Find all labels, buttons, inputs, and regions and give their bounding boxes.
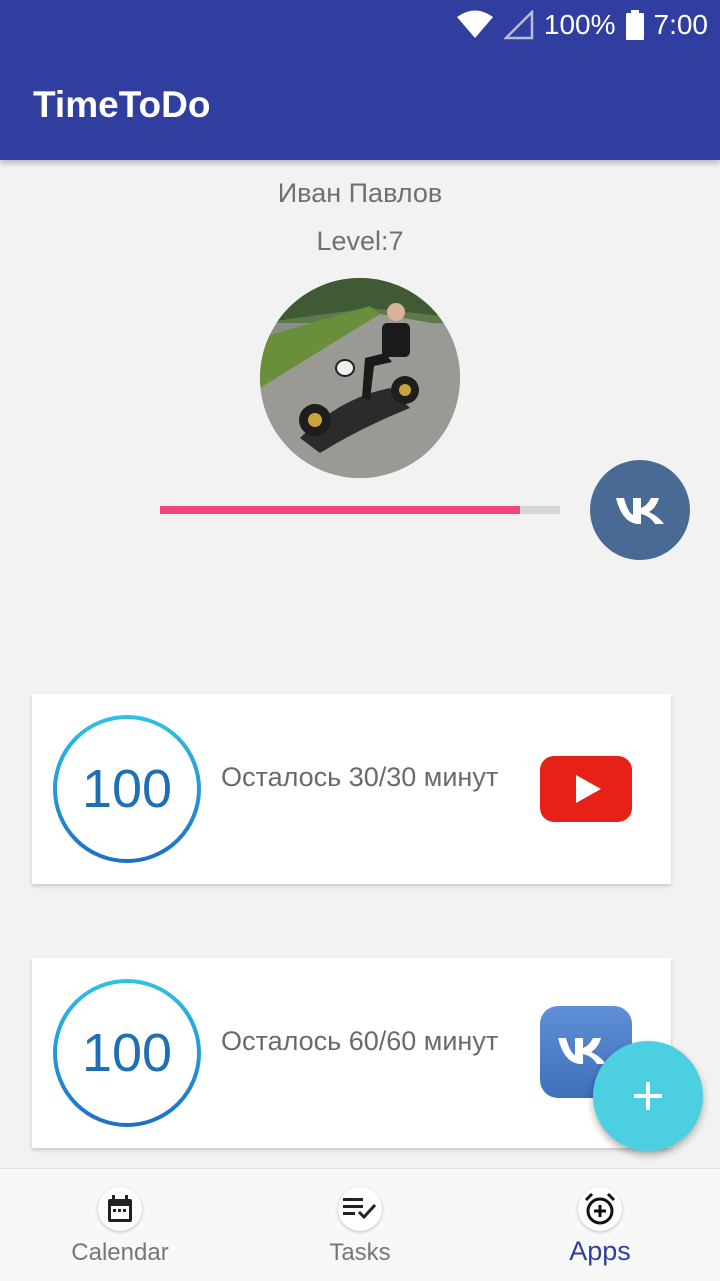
vk-share-button[interactable]: [590, 460, 690, 560]
level-progress-bar: [160, 506, 560, 514]
avatar[interactable]: [260, 278, 460, 478]
battery-icon: [625, 10, 644, 40]
nav-item-calendar[interactable]: Calendar: [0, 1169, 240, 1281]
nav-label-tasks: Tasks: [329, 1239, 391, 1266]
remaining-time-text: Осталось 60/60 минут: [221, 1026, 499, 1056]
avatar-photo: [260, 278, 460, 478]
status-indicators: 100% 7:00: [456, 0, 708, 50]
app-limit-card-youtube[interactable]: 100 Осталось 30/30 минут: [32, 694, 671, 884]
clock: 7:00: [653, 9, 709, 40]
cell-signal-icon: [503, 10, 534, 40]
plus-icon: [634, 1082, 662, 1110]
nav-label-apps: Apps: [569, 1236, 631, 1266]
app-bar: TimeToDo: [0, 50, 720, 160]
nav-item-apps[interactable]: Apps: [480, 1169, 720, 1281]
checklist-icon: [338, 1187, 382, 1231]
remaining-time-text: Осталось 30/30 минут: [221, 762, 499, 792]
status-bar: 100% 7:00: [0, 0, 720, 50]
remaining-percent: 100: [81, 1023, 173, 1083]
youtube-icon: [540, 756, 632, 822]
vk-icon: [616, 498, 664, 524]
nav-label-calendar: Calendar: [71, 1239, 169, 1266]
app-title: TimeToDo: [33, 84, 211, 125]
bottom-navigation: Calendar Tasks Apps: [0, 1168, 720, 1281]
level-progress-fill: [160, 506, 520, 514]
calendar-icon: [98, 1187, 142, 1231]
profile-name: Иван Павлов: [277, 178, 443, 208]
battery-percent: 100%: [543, 9, 616, 40]
app-limit-card-vk[interactable]: 100 Осталось 60/60 минут: [32, 958, 671, 1148]
nav-item-tasks[interactable]: Tasks: [240, 1169, 480, 1281]
alarm-clock-icon: [578, 1187, 622, 1231]
remaining-percent: 100: [81, 759, 173, 819]
add-app-button[interactable]: [593, 1041, 703, 1151]
profile-level: Level:7: [316, 226, 404, 256]
wifi-icon: [456, 10, 493, 38]
